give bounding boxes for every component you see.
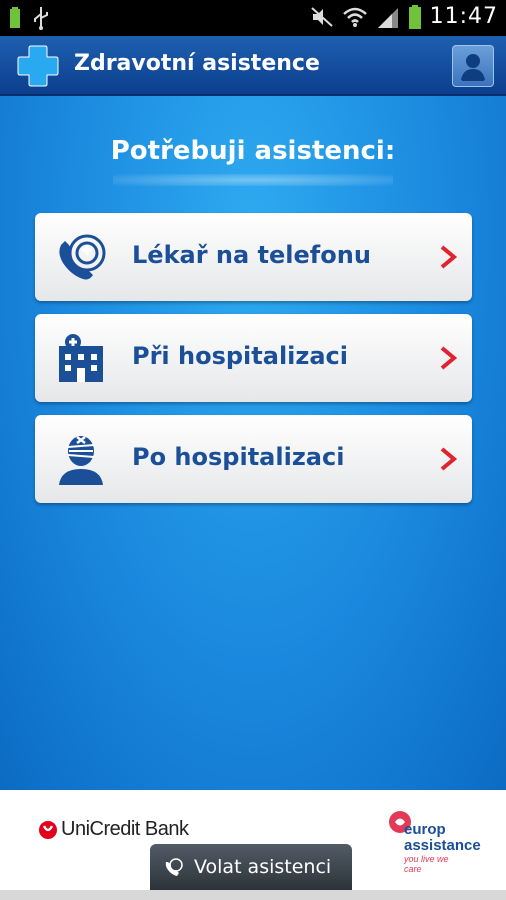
page-title: Potřebuji asistenci: [110, 136, 396, 166]
profile-icon [461, 54, 485, 81]
medical-cross-icon [17, 45, 59, 87]
doctor-on-phone-button[interactable]: Lékař na telefonu [35, 213, 472, 301]
usb-icon [34, 7, 48, 30]
chevron-right-icon [440, 346, 458, 370]
call-assistance-button[interactable]: Volat asistenci [150, 844, 352, 890]
chevron-right-icon [440, 447, 458, 471]
app-title: Zdravotní asistence [74, 51, 320, 76]
app-header: Zdravotní asistence [0, 36, 506, 96]
menu-item-label: Při hospitalizaci [132, 342, 349, 370]
phone-icon [165, 858, 183, 876]
unicredit-logo-text: UniCredit Bank [61, 818, 189, 840]
wifi-icon [342, 7, 367, 27]
after-hospitalization-button[interactable]: Po hospitalizaci [35, 415, 472, 503]
europ-tagline: you live we care [404, 854, 449, 874]
mute-icon [310, 6, 333, 27]
footer: UniCredit Bank europ assistance you live… [0, 790, 506, 900]
hospital-icon [59, 334, 103, 382]
signal-icon [377, 7, 398, 28]
doctor-phone-icon [59, 234, 106, 280]
battery-icon [408, 4, 421, 29]
europ-assistance-logo: europ assistance you live we care [384, 804, 481, 874]
unicredit-icon [39, 820, 57, 839]
main-panel: Potřebuji asistenci: Lékař na telefonu P… [0, 96, 506, 790]
patient-bandage-icon [59, 436, 103, 485]
status-bar: 11:47 [0, 0, 506, 36]
headline-glow [113, 174, 393, 186]
europ-logo-text: europ assistance [404, 821, 481, 854]
during-hospitalization-button[interactable]: Při hospitalizaci [35, 314, 472, 402]
menu-item-label: Lékař na telefonu [132, 241, 371, 269]
unicredit-logo: UniCredit Bank [38, 818, 189, 841]
clock: 11:47 [429, 4, 498, 29]
menu-item-label: Po hospitalizaci [132, 443, 345, 471]
bottom-strip [0, 890, 506, 900]
battery-charging-icon [10, 7, 20, 28]
call-assistance-label: Volat asistenci [194, 856, 332, 878]
profile-button[interactable] [452, 45, 494, 87]
chevron-right-icon [440, 245, 458, 269]
